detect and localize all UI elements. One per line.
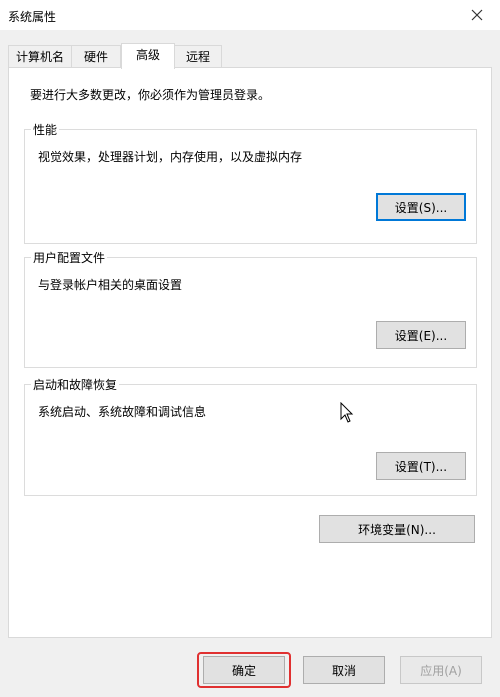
environment-variables-button[interactable]: 环境变量(N)... (319, 515, 475, 543)
performance-description: 视觉效果，处理器计划，内存使用，以及虚拟内存 (38, 150, 303, 164)
cancel-button[interactable]: 取消 (303, 656, 385, 684)
tab-hardware[interactable]: 硬件 (71, 45, 121, 68)
startup-recovery-title: 启动和故障恢复 (31, 376, 120, 393)
user-profiles-description: 与登录帐户相关的桌面设置 (38, 278, 183, 292)
startup-recovery-description: 系统启动、系统故障和调试信息 (38, 405, 207, 419)
ok-button[interactable]: 确定 (203, 656, 285, 684)
user-profiles-title: 用户配置文件 (31, 249, 108, 266)
advanced-panel: 要进行大多数更改，你必须作为管理员登录。 性能 视觉效果，处理器计划，内存使用，… (8, 67, 492, 638)
tab-advanced[interactable]: 高级 (121, 43, 175, 69)
performance-title: 性能 (31, 121, 60, 138)
close-icon[interactable] (454, 0, 500, 30)
tab-remote[interactable]: 远程 (174, 45, 222, 68)
performance-group: 性能 视觉效果，处理器计划，内存使用，以及虚拟内存 设置(S)... (24, 121, 477, 244)
user-profiles-settings-button[interactable]: 设置(E)... (376, 321, 466, 349)
startup-recovery-settings-button[interactable]: 设置(T)... (376, 452, 466, 480)
mouse-pointer-icon (340, 401, 354, 427)
apply-button[interactable]: 应用(A) (400, 656, 482, 684)
startup-recovery-group: 启动和故障恢复 系统启动、系统故障和调试信息 设置(T)... (24, 376, 477, 496)
performance-settings-button[interactable]: 设置(S)... (376, 193, 466, 221)
admin-note: 要进行大多数更改，你必须作为管理员登录。 (30, 88, 271, 102)
title-bar: 系统属性 (0, 0, 500, 30)
window-title: 系统属性 (8, 10, 57, 24)
tab-computer-name[interactable]: 计算机名 (8, 45, 72, 68)
user-profiles-group: 用户配置文件 与登录帐户相关的桌面设置 设置(E)... (24, 249, 477, 368)
